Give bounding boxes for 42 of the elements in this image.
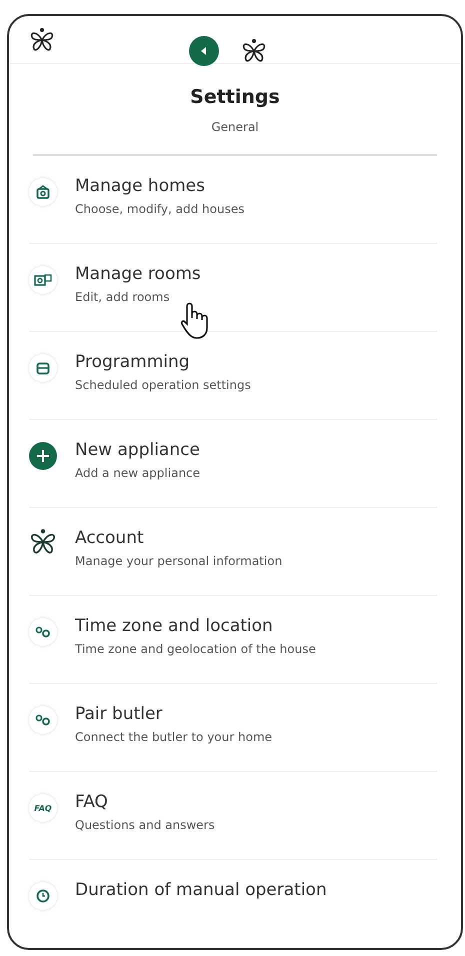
item-title: Programming — [75, 352, 191, 372]
item-title: Manage homes — [75, 176, 206, 196]
settings-item[interactable]: New appliance Add a new appliance — [29, 420, 437, 508]
calendar-icon — [36, 361, 50, 375]
back-arrow-icon — [199, 46, 209, 56]
item-subtitle: Edit, add rooms — [75, 290, 171, 304]
settings-item[interactable]: Programming Scheduled operation settings — [29, 332, 437, 420]
link-circles-icon — [35, 714, 51, 726]
page-title: Settings — [190, 86, 280, 108]
settings-item[interactable]: Manage rooms Edit, add rooms — [29, 244, 437, 332]
item-title: Pair butler — [75, 704, 164, 724]
item-subtitle: Manage your personal information — [75, 554, 282, 568]
butterfly-logo-icon — [29, 26, 55, 52]
item-title: Time zone and location — [75, 616, 274, 636]
page-subtitle: General — [211, 120, 259, 134]
settings-item[interactable]: Duration of manual operation — [29, 860, 437, 948]
item-subtitle: Time zone and geolocation of the house — [75, 642, 316, 656]
item-title: New appliance — [75, 440, 200, 460]
clock-icon — [36, 889, 50, 903]
settings-item[interactable]: FAQ FAQ Questions and answers — [29, 772, 437, 860]
item-title: Account — [75, 528, 145, 548]
hand-cursor-icon — [179, 302, 209, 340]
rooms-icon — [34, 274, 52, 286]
back-button[interactable] — [189, 36, 219, 66]
settings-item[interactable]: Pair butler Connect the butler to your home — [29, 684, 437, 772]
item-title: Manage rooms — [75, 264, 201, 284]
item-title: Duration of manual operation — [75, 880, 327, 900]
faq-icon: FAQ — [29, 794, 57, 822]
item-subtitle: Connect the butler to your home — [75, 730, 272, 744]
link-circles-icon — [35, 626, 51, 638]
butterfly-logo-icon — [241, 38, 267, 64]
item-subtitle: Choose, modify, add houses — [75, 202, 244, 216]
settings-item[interactable]: Time zone and location Time zone and geolocation of the house — [29, 596, 437, 684]
item-subtitle: Add a new appliance — [75, 466, 200, 480]
settings-item[interactable]: Manage homes Choose, modify, add houses — [29, 156, 437, 244]
house-icon — [36, 185, 50, 199]
butterfly-logo-icon — [29, 528, 57, 556]
settings-item[interactable]: Account Manage your personal information — [29, 508, 437, 596]
plus-icon — [36, 449, 50, 463]
item-subtitle: Scheduled operation settings — [75, 378, 251, 392]
item-subtitle: Questions and answers — [75, 818, 215, 832]
item-title: FAQ — [75, 792, 109, 812]
